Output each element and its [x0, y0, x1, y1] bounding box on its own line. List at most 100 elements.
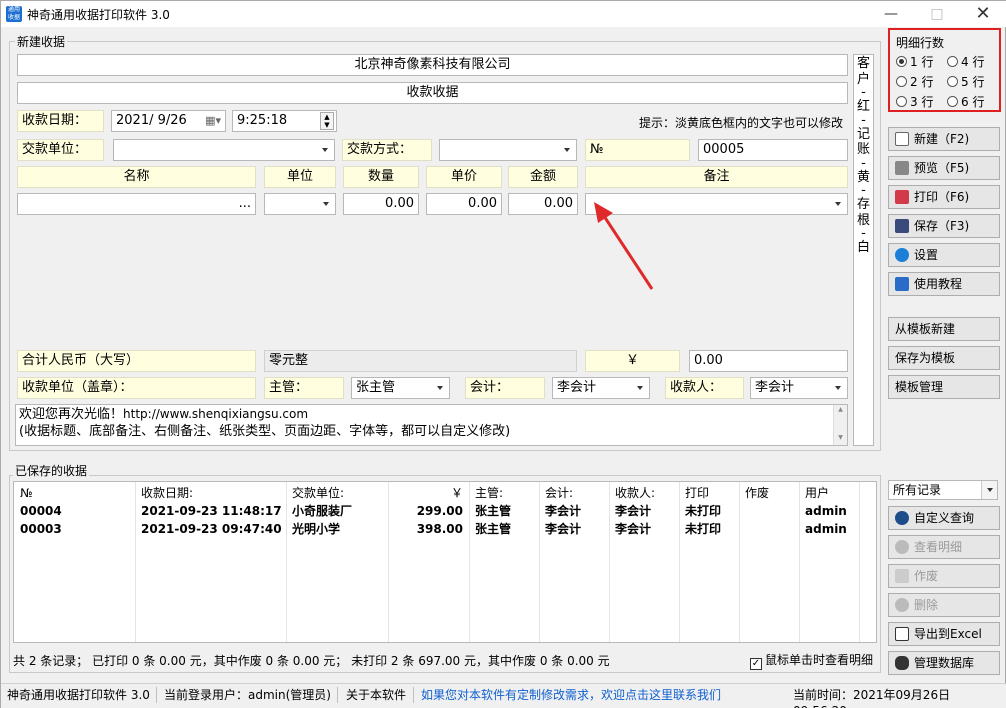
minimize-button[interactable]: —	[868, 1, 914, 27]
method-select[interactable]	[439, 139, 577, 161]
chevron-down-icon	[637, 386, 643, 390]
manage-database-button[interactable]: 管理数据库	[888, 651, 1000, 675]
side-note-field[interactable]: 客户-红-记账-黄-存根-白	[853, 54, 874, 446]
stamp-label[interactable]: 收款单位（盖章）：	[17, 377, 256, 399]
row-option-5[interactable]: 5 行	[947, 73, 984, 90]
time-value: 9:25:18	[237, 113, 288, 128]
column-header[interactable]: 用户	[799, 484, 860, 502]
filter-dropdown-button[interactable]	[981, 481, 997, 499]
supervisor-label[interactable]: 主管：	[264, 377, 344, 399]
table-cell: 李会计	[615, 522, 652, 536]
receipt-number-field[interactable]: 00005	[698, 139, 848, 161]
date-label[interactable]: 收款日期：	[17, 110, 104, 132]
footer-note-textarea[interactable]: 欢迎您再次光临！http://www.shenqixiangsu.com (收据…	[15, 404, 848, 446]
row-option-4[interactable]: 4 行	[947, 53, 984, 70]
payer-select[interactable]	[113, 139, 335, 161]
void-button[interactable]: 作废	[888, 564, 1000, 588]
yen-label[interactable]: ￥	[585, 350, 680, 372]
click-detail-checkbox[interactable]: ✓ 鼠标单击时查看明细	[750, 651, 873, 670]
col-price-header[interactable]: 单价	[426, 166, 502, 188]
table-cell: admin	[805, 522, 847, 536]
col-unit-header[interactable]: 单位	[264, 166, 336, 188]
col-amount-header[interactable]: 金额	[508, 166, 578, 188]
table-cell: 00004	[20, 504, 62, 518]
company-name-field[interactable]: 北京神奇像素科技有限公司	[17, 54, 848, 76]
table-row[interactable]: 00004 2021-09-23 11:48:17 小奇服装厂 299.00 张主管 李会…	[14, 502, 860, 520]
delete-button[interactable]: 删除	[888, 593, 1000, 617]
print-button[interactable]: 打印（F6)	[888, 185, 1000, 209]
record-filter-select[interactable]: 所有记录	[888, 480, 998, 500]
chevron-down-icon	[564, 148, 570, 152]
accountant-select[interactable]: 李会计	[552, 377, 650, 399]
delete-label: 删除	[914, 598, 939, 612]
row-option-1[interactable]: 1 行	[896, 53, 933, 70]
item-name-field[interactable]: ...	[17, 193, 256, 215]
item-qty-field[interactable]: 0.00	[343, 193, 419, 215]
total-value-field[interactable]: 0.00	[689, 350, 848, 372]
footer-url: http://www.shenqixiangsu.com	[123, 407, 309, 421]
export-excel-button[interactable]: 导出到Excel	[888, 622, 1000, 646]
payer-label[interactable]: 交款单位：	[17, 139, 104, 161]
about-link[interactable]: 关于本软件	[346, 687, 406, 703]
export-excel-label: 导出到Excel	[914, 627, 982, 641]
checkmark-icon: ✓	[750, 658, 762, 670]
settings-button[interactable]: 设置	[888, 243, 1000, 267]
tutorial-button[interactable]: 使用教程	[888, 272, 1000, 296]
item-amount-field[interactable]: 0.00	[508, 193, 578, 215]
time-spinner-icon[interactable]: ▲ ▼	[320, 112, 334, 130]
custom-query-button[interactable]: 自定义查询	[888, 506, 1000, 530]
new-from-template-button[interactable]: 从模板新建	[888, 317, 1000, 341]
table-cell: 李会计	[545, 504, 582, 518]
column-header[interactable]: 作废	[739, 484, 799, 502]
item-unit-select[interactable]	[264, 193, 336, 215]
total-words-label[interactable]: 合计人民币（大写）	[17, 350, 256, 372]
col-name-header[interactable]: 名称	[17, 166, 256, 188]
receipt-title-field[interactable]: 收款收据	[17, 82, 848, 104]
maximize-button[interactable]: □	[914, 1, 960, 27]
table-cell: 299.00	[416, 504, 463, 518]
preview-button[interactable]: 预览（F5)	[888, 156, 1000, 180]
print-button-label: 打印（F6)	[914, 190, 970, 204]
close-button[interactable]: ✕	[960, 1, 1006, 27]
contact-link[interactable]: 如果您对本软件有定制修改需求，欢迎点击这里联系我们	[421, 687, 721, 703]
footer-scrollbar[interactable]: ▲ ▼	[833, 405, 847, 445]
column-header[interactable]: 交款单位:	[286, 484, 388, 502]
column-header[interactable]: 打印	[679, 484, 739, 502]
new-button[interactable]: 新建（F2)	[888, 127, 1000, 151]
filter-value: 所有记录	[893, 483, 942, 497]
method-label[interactable]: 交款方式：	[342, 139, 432, 161]
view-detail-button[interactable]: 查看明细	[888, 535, 1000, 559]
cashier-label[interactable]: 收款人：	[665, 377, 744, 399]
row-option-2[interactable]: 2 行	[896, 73, 933, 90]
saved-receipts-table[interactable]: № 收款日期: 交款单位: ￥ 主管: 会计: 收款人: 打印 作废 用户 00004 2021-0…	[13, 481, 877, 643]
table-cell: 光明小学	[292, 522, 341, 536]
cashier-select[interactable]: 李会计	[750, 377, 848, 399]
col-qty-header[interactable]: 数量	[343, 166, 419, 188]
table-row[interactable]: 00003 2021-09-23 09:47:40 光明小学 398.00 张主管 李会计…	[14, 520, 860, 538]
row-option-3[interactable]: 3 行	[896, 93, 933, 110]
column-header[interactable]: 会计:	[539, 484, 609, 502]
calendar-icon[interactable]: ▦▾	[205, 111, 221, 131]
column-header[interactable]: №	[14, 484, 135, 502]
item-price-field[interactable]: 0.00	[426, 193, 502, 215]
manage-templates-button[interactable]: 模板管理	[888, 375, 1000, 399]
delete-icon	[895, 598, 909, 612]
table-cell: 00003	[20, 522, 62, 536]
save-as-template-button[interactable]: 保存为模板	[888, 346, 1000, 370]
save-button[interactable]: 保存（F3)	[888, 214, 1000, 238]
row-option-6[interactable]: 6 行	[947, 93, 984, 110]
date-picker[interactable]: 2021/ 9/26 ▦▾	[111, 110, 226, 132]
col-note-header[interactable]: 备注	[585, 166, 848, 188]
side-note-char: 存	[856, 197, 870, 212]
manage-database-label: 管理数据库	[914, 656, 975, 670]
accountant-value: 李会计	[557, 380, 597, 395]
supervisor-select[interactable]: 张主管	[351, 377, 450, 399]
column-header[interactable]: ￥	[388, 484, 469, 502]
column-header[interactable]: 收款日期:	[135, 484, 286, 502]
column-header[interactable]: 主管:	[469, 484, 539, 502]
accountant-label[interactable]: 会计：	[465, 377, 545, 399]
no-label[interactable]: №	[585, 139, 690, 161]
time-picker[interactable]: 9:25:18 ▲ ▼	[232, 110, 337, 132]
view-detail-label: 查看明细	[914, 540, 963, 554]
column-header[interactable]: 收款人:	[609, 484, 679, 502]
